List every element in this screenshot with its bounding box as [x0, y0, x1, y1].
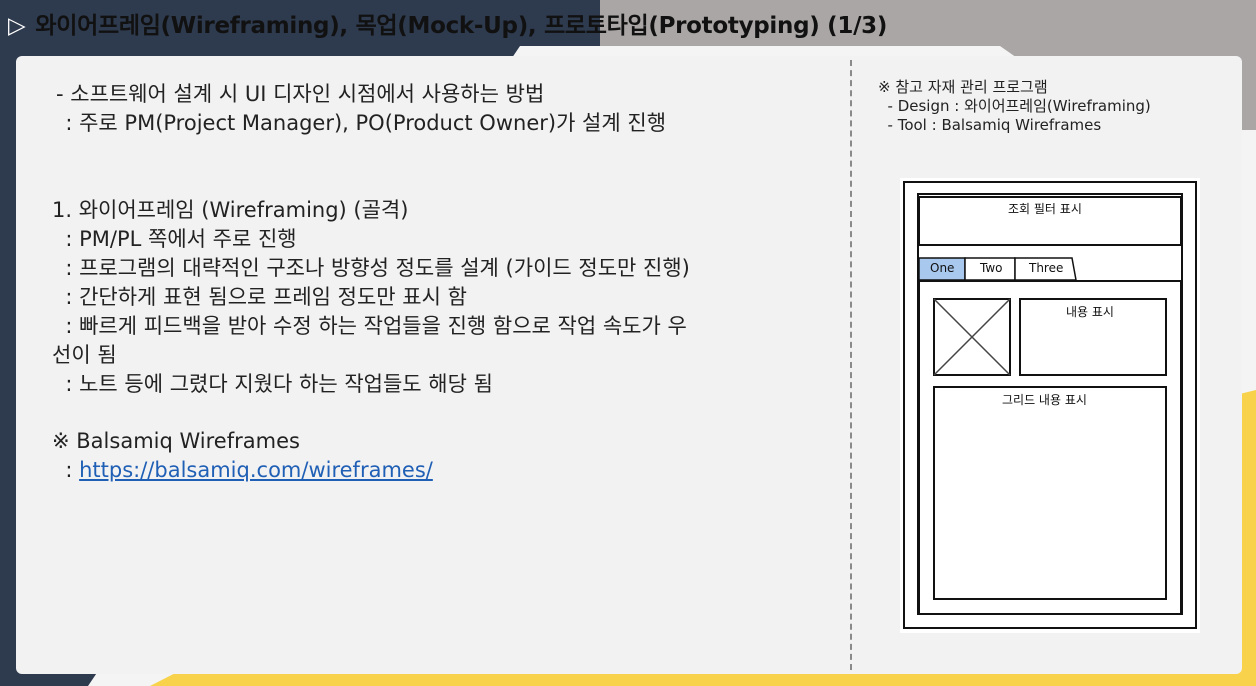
note-tool: - Tool : Balsamiq Wireframes	[878, 116, 1102, 134]
slide-title-text: 와이어프레임(Wireframing), 목업(Mock-Up), 프로토타입(…	[35, 13, 888, 39]
bullet-3: : 간단하게 표현 됨으로 프레임 정도만 표시 함	[52, 285, 467, 309]
bullet-4: : 빠르게 피드백을 받아 수정 하는 작업들을 진행 함으로 작업 속도가 우	[52, 314, 687, 338]
play-triangle-icon: ▷	[8, 13, 26, 39]
bullet-5: : 노트 등에 그렸다 지웠다 하는 작업들도 해당 됨	[52, 372, 493, 396]
intro-line-1: - 소프트웨어 설계 시 UI 디자인 시점에서 사용하는 방법	[56, 82, 545, 106]
note-design: - Design : 와이어프레임(Wireframing)	[878, 97, 1151, 115]
slide-title: ▷ 와이어프레임(Wireframing), 목업(Mock-Up), 프로토타입…	[8, 8, 887, 44]
bullet-2: : 프로그램의 대략적인 구조나 방향성 정도를 설계 (가이드 정도만 진행)	[52, 256, 690, 280]
tab-two[interactable]: Two	[980, 261, 1003, 275]
wireframe-mock: 조회 필터 표시 One Two Three 내용 표시 그리드 내용 표시	[900, 178, 1200, 633]
bullet-1: : PM/PL 쪽에서 주로 진행	[52, 227, 297, 251]
content-label: 내용 표시	[1066, 305, 1114, 319]
grid-label: 그리드 내용 표시	[1002, 393, 1087, 407]
right-notes: ※ 참고 자재 관리 프로그램 - Design : 와이어프레임(Wirefr…	[878, 78, 1218, 135]
dashed-divider	[850, 60, 852, 670]
bullet-4-cont: 선이 됨	[52, 343, 117, 367]
note-title: ※ 참고 자재 관리 프로그램	[878, 78, 1048, 96]
section-title: 1. 와이어프레임 (Wireframing) (골격)	[52, 198, 409, 222]
tab-three[interactable]: Three	[1029, 261, 1063, 275]
intro-line-2: : 주로 PM(Project Manager), PO(Product Own…	[52, 111, 667, 135]
tab-one[interactable]: One	[930, 261, 954, 275]
filter-label: 조회 필터 표시	[1008, 202, 1082, 216]
balsamiq-link[interactable]: https://balsamiq.com/wireframes/	[79, 458, 433, 482]
reference-prefix: :	[52, 458, 80, 482]
left-column: - 소프트웨어 설계 시 UI 디자인 시점에서 사용하는 방법 : 주로 PM…	[52, 80, 822, 485]
reference-line: : https://balsamiq.com/wireframes/	[52, 456, 822, 485]
reference-title: ※ Balsamiq Wireframes	[52, 429, 300, 453]
grid-box	[933, 386, 1167, 600]
